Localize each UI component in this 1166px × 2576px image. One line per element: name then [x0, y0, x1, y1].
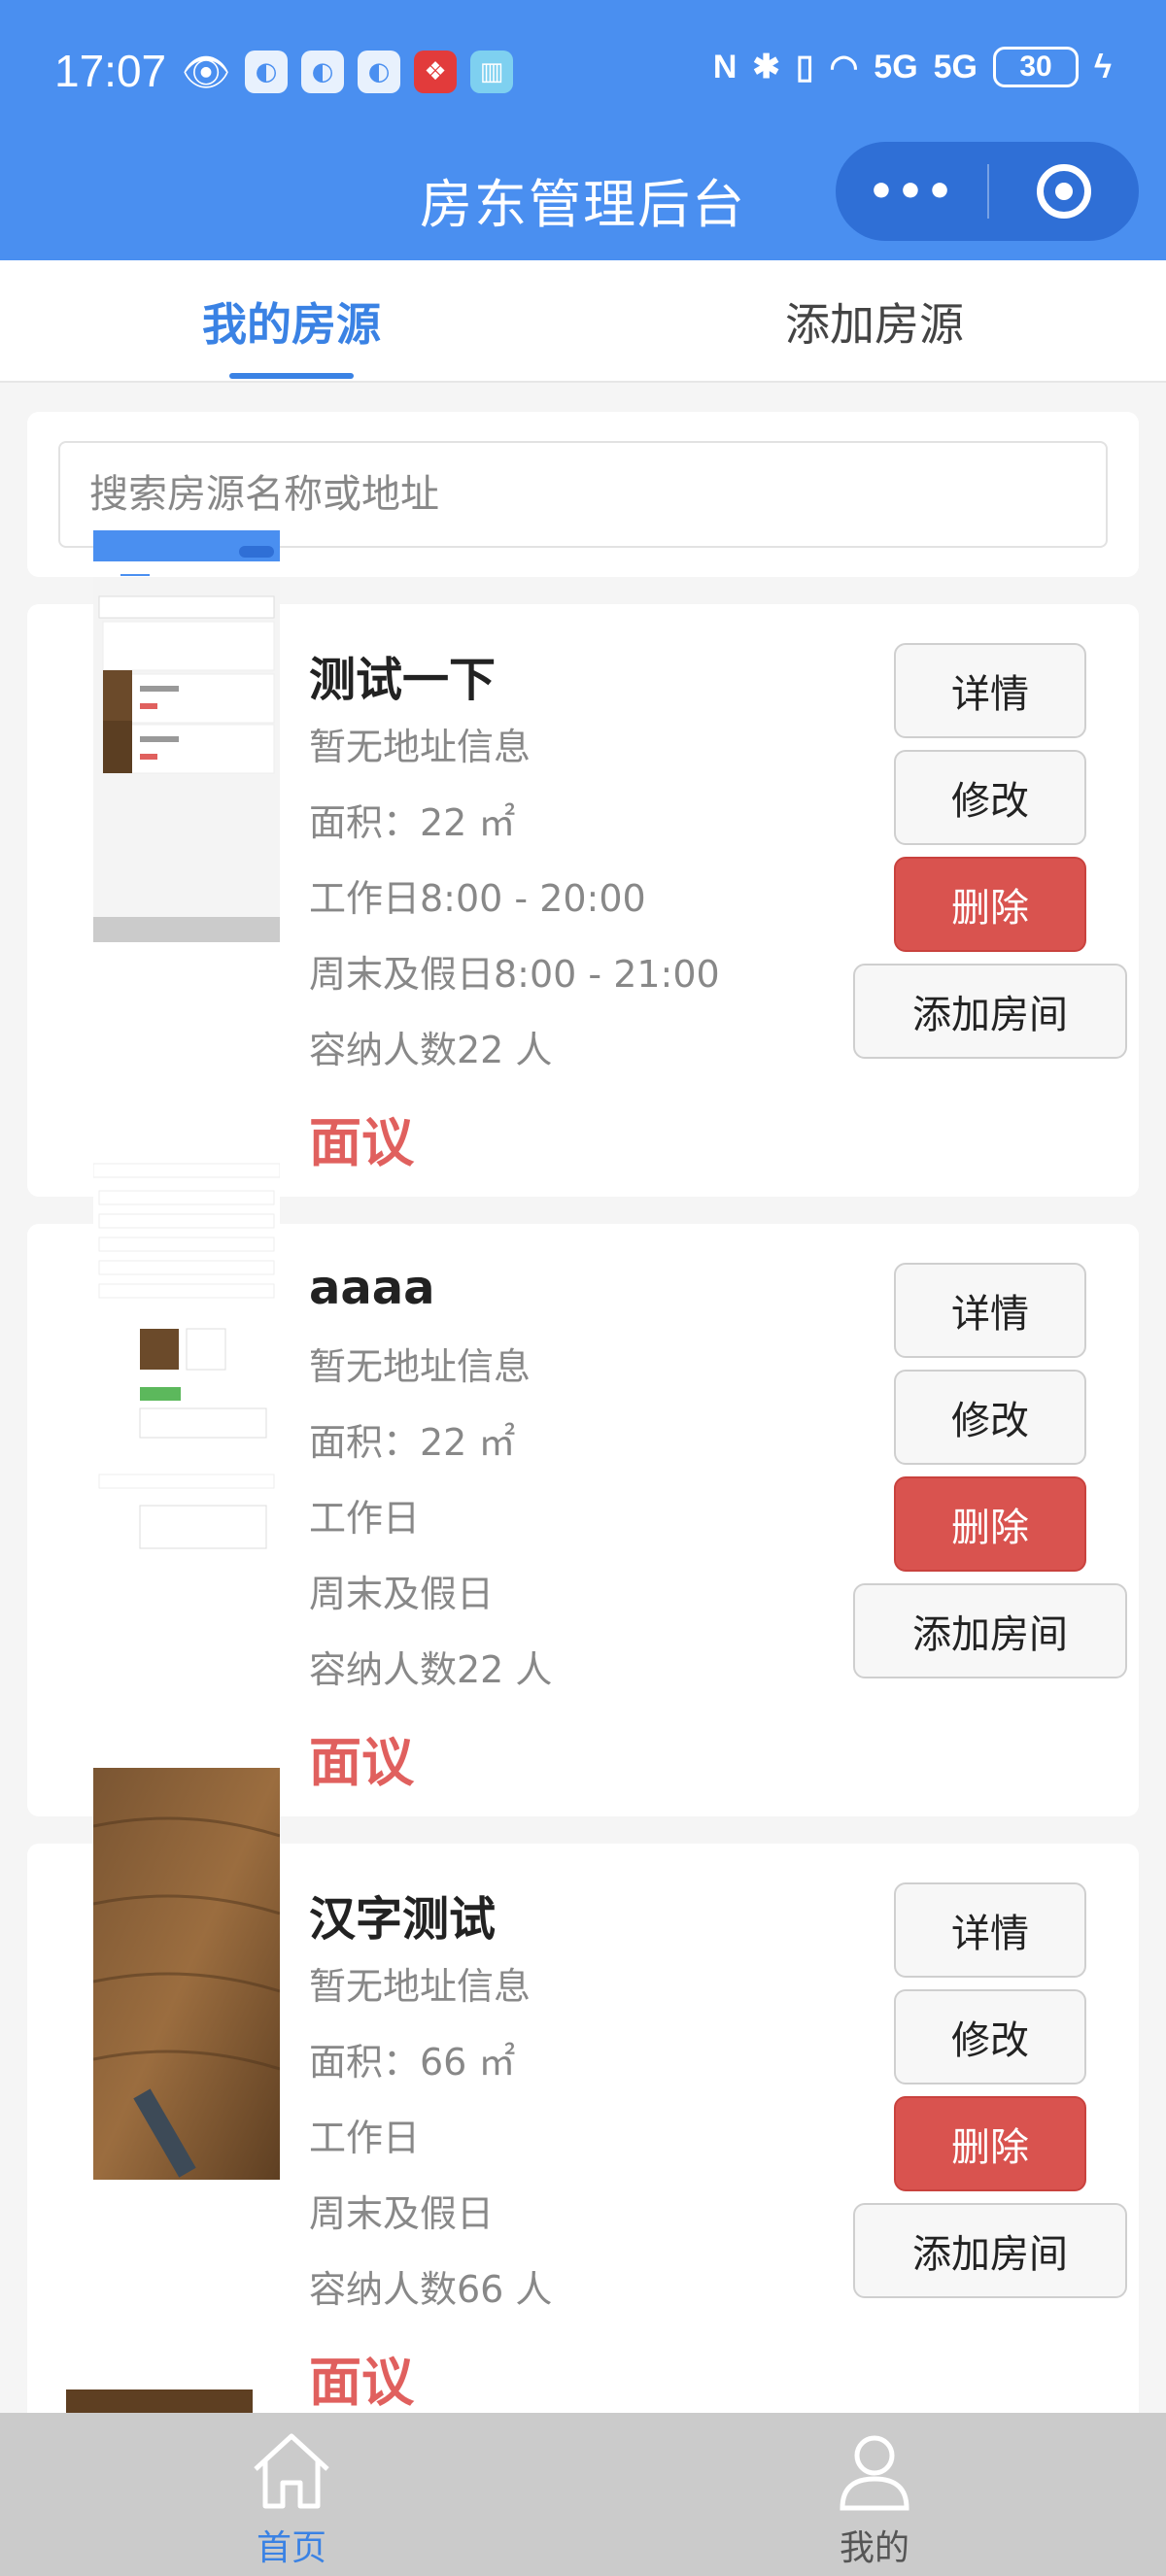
- listing-weekday-hours: 工作日: [309, 1497, 421, 1540]
- listing-thumbnail[interactable]: [93, 1154, 280, 1562]
- wifi-icon: ◠: [829, 49, 859, 85]
- listing-capacity: 容纳人数22 人: [309, 1648, 553, 1691]
- eye-icon: 👁: [181, 50, 231, 95]
- vibrate-icon: ▯: [795, 49, 814, 85]
- listing-info: 测试一下 暂无地址信息 面积：22 ㎡ 工作日8:00 - 20:00 周末及假…: [309, 641, 720, 1176]
- tab-home-label: 首页: [256, 2528, 326, 2568]
- edit-button[interactable]: 修改: [894, 750, 1086, 845]
- app-icon: ◐: [245, 51, 288, 93]
- edit-button[interactable]: 修改: [894, 1989, 1086, 2085]
- listing-weekend-hours: 周末及假日: [309, 2192, 495, 2235]
- bottom-tab-bar: 首页 我的: [0, 2413, 1166, 2576]
- system-icons: N ✱ ▯ ◠ 5G 5G 30 ϟ: [713, 47, 1112, 87]
- status-bar: 17:07 👁 ◐ ◐ ◐ ❖ ▥ N ✱ ▯ ◠ 5G 5G 30 ϟ: [0, 0, 1166, 146]
- user-icon: [840, 2435, 909, 2511]
- listing-price: 面议: [309, 2352, 414, 2413]
- tab-add-listing[interactable]: 添加房源: [583, 289, 1166, 354]
- listing-thumbnail[interactable]: [93, 530, 280, 942]
- top-bar: 17:07 👁 ◐ ◐ ◐ ❖ ▥ N ✱ ▯ ◠ 5G 5G 30 ϟ 房东管…: [0, 0, 1166, 260]
- listing-info: aaaa 暂无地址信息 面积：22 ㎡ 工作日 周末及假日 容纳人数22 人 面…: [309, 1261, 552, 1796]
- listing-capacity: 容纳人数22 人: [309, 1029, 553, 1071]
- listing-name: 汉字测试: [309, 1892, 497, 1947]
- detail-button[interactable]: 详情: [894, 643, 1086, 738]
- listing-info: 汉字测试 暂无地址信息 面积：66 ㎡ 工作日 周末及假日 容纳人数66 人 面…: [309, 1881, 552, 2416]
- listing-name: aaaa: [309, 1261, 435, 1315]
- listing-address: 暂无地址信息: [309, 1345, 532, 1388]
- listing-address: 暂无地址信息: [309, 726, 532, 768]
- listing-price: 面议: [309, 1732, 414, 1793]
- listing-price: 面议: [309, 1112, 414, 1173]
- nfc-icon: N: [712, 48, 737, 85]
- app-icon: ◐: [358, 51, 400, 93]
- tab-home[interactable]: 首页: [146, 2430, 437, 2570]
- target-icon[interactable]: [989, 164, 1139, 219]
- status-time: 17:07: [54, 46, 167, 96]
- listing-area: 面积：66 ㎡: [309, 2041, 516, 2084]
- delete-button[interactable]: 删除: [894, 1476, 1086, 1572]
- app-red-icon: ❖: [414, 51, 457, 93]
- tab-me[interactable]: 我的: [729, 2430, 1020, 2570]
- battery-icon: 30: [993, 47, 1079, 87]
- add-room-button[interactable]: 添加房间: [853, 964, 1127, 1059]
- listing-name: 测试一下: [309, 653, 497, 707]
- listing-area: 面积：22 ㎡: [309, 1421, 516, 1464]
- miniprogram-capsule: •••: [836, 142, 1139, 241]
- delete-button[interactable]: 删除: [894, 2096, 1086, 2191]
- tab-my-listings[interactable]: 我的房源: [0, 289, 583, 354]
- listing-card: 汉字测试 暂无地址信息 面积：66 ㎡ 工作日 周末及假日 容纳人数66 人 面…: [27, 1768, 1139, 2436]
- charging-icon: ϟ: [1094, 48, 1112, 85]
- add-room-button[interactable]: 添加房间: [853, 1583, 1127, 1678]
- listing-weekend-hours: 周末及假日: [309, 1573, 495, 1615]
- listing-capacity: 容纳人数66 人: [309, 2268, 553, 2311]
- listing-card: aaaa 暂无地址信息 面积：22 ㎡ 工作日 周末及假日 容纳人数22 人 面…: [27, 1154, 1139, 1816]
- tab-bar-top: 我的房源 添加房源: [0, 260, 1166, 383]
- listing-weekend-hours: 周末及假日8:00 - 21:00: [309, 953, 720, 996]
- tab-active-indicator: [229, 373, 354, 379]
- signal-5g-icon: 5G: [933, 48, 977, 85]
- listing-weekday-hours: 工作日8:00 - 20:00: [309, 877, 646, 920]
- battery-level: 30: [1019, 51, 1052, 83]
- home-icon: [254, 2433, 329, 2509]
- signal-5g-icon: 5G: [874, 48, 918, 85]
- notification-icons: 👁 ◐ ◐ ◐ ❖ ▥: [181, 50, 513, 95]
- tab-me-label: 我的: [839, 2528, 909, 2568]
- listing-area: 面积：22 ㎡: [309, 801, 516, 844]
- next-listing-thumbnail: [66, 2390, 253, 2413]
- book-icon: ▥: [470, 51, 513, 93]
- detail-button[interactable]: 详情: [894, 1263, 1086, 1358]
- detail-button[interactable]: 详情: [894, 1882, 1086, 1978]
- listing-thumbnail[interactable]: [93, 1768, 280, 2180]
- delete-button[interactable]: 删除: [894, 857, 1086, 952]
- add-room-button[interactable]: 添加房间: [853, 2203, 1127, 2298]
- app-icon: ◐: [301, 51, 344, 93]
- listing-weekday-hours: 工作日: [309, 2117, 421, 2159]
- listing-card: 测试一下 暂无地址信息 面积：22 ㎡ 工作日8:00 - 20:00 周末及假…: [27, 530, 1139, 1197]
- edit-button[interactable]: 修改: [894, 1370, 1086, 1465]
- listing-address: 暂无地址信息: [309, 1965, 532, 2008]
- bluetooth-icon: ✱: [752, 49, 780, 85]
- more-dots-icon[interactable]: •••: [836, 167, 987, 217]
